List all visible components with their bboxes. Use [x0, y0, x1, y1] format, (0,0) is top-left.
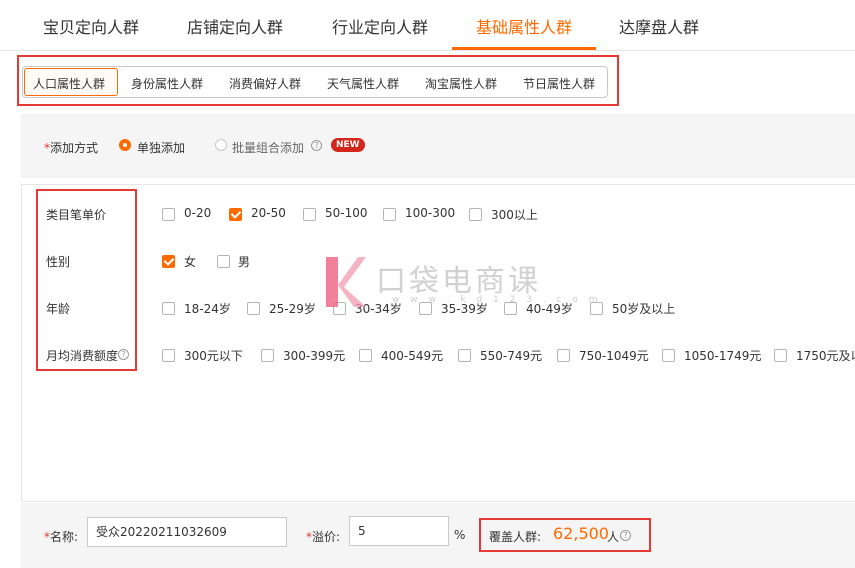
attr-label-age: 年龄	[46, 302, 71, 316]
watermark-brand: 口袋电商课	[376, 264, 541, 299]
help-icon[interactable]: ?	[311, 140, 322, 151]
option-label: 100-300	[405, 206, 456, 220]
option-label: 300以上	[491, 208, 538, 222]
radio-single-add[interactable]	[119, 139, 131, 151]
option-label: 50-100	[325, 206, 368, 220]
premium-input[interactable]: 5	[349, 516, 449, 546]
attr-label-price: 类目笔单价	[46, 208, 107, 222]
percent-sign: %	[454, 528, 466, 542]
attribute-panel	[21, 184, 855, 502]
option-label: 400-549元	[381, 349, 444, 363]
coverage-value: 62,500	[553, 524, 609, 543]
watermark-url: w w w . k d 1 2 3 . c o m	[392, 295, 602, 305]
checkbox-gender-male[interactable]	[217, 255, 230, 268]
single-add-label: 单独添加	[137, 141, 186, 155]
checkbox-price-20-50[interactable]	[229, 208, 242, 221]
coverage-help-icon[interactable]: ?	[620, 530, 631, 541]
option-label: 300元以下	[184, 349, 243, 363]
tab-basic-attributes[interactable]: 基础属性人群	[476, 14, 572, 38]
checkbox-spend-300-399[interactable]	[261, 349, 274, 362]
tab-item-targeting[interactable]: 宝贝定向人群	[43, 14, 139, 38]
checkbox-gender-female[interactable]	[162, 255, 175, 268]
option-label: 1050-1749元	[684, 349, 762, 363]
checkbox-spend-under-300[interactable]	[162, 349, 175, 362]
checkbox-age-25-29[interactable]	[247, 302, 260, 315]
spend-help-icon[interactable]: ?	[118, 349, 129, 360]
sub-tab-demographic[interactable]: 人口属性人群	[33, 75, 105, 92]
name-label: *名称:	[44, 530, 79, 544]
radio-batch-add[interactable]	[215, 139, 227, 151]
option-label: 25-29岁	[269, 302, 316, 316]
checkbox-price-0-20[interactable]	[162, 208, 175, 221]
sub-tab-holiday[interactable]: 节日属性人群	[523, 75, 595, 92]
tab-industry-targeting[interactable]: 行业定向人群	[332, 14, 428, 38]
checkbox-spend-550-749[interactable]	[458, 349, 471, 362]
option-label: 50岁及以上	[612, 302, 676, 316]
coverage-label: 覆盖人群:	[489, 530, 542, 544]
option-label: 18-24岁	[184, 302, 231, 316]
checkbox-spend-1750-plus[interactable]	[774, 349, 787, 362]
checkbox-spend-1050-1749[interactable]	[662, 349, 675, 362]
option-label: 男	[238, 255, 251, 269]
option-label: 1750元及以	[796, 349, 855, 363]
coverage-unit: 人	[607, 530, 620, 544]
watermark-logo-icon	[326, 257, 366, 307]
checkbox-price-50-100[interactable]	[303, 208, 316, 221]
sub-tab-consumption[interactable]: 消费偏好人群	[229, 75, 301, 92]
option-label: 女	[184, 255, 197, 269]
checkbox-price-100-300[interactable]	[383, 208, 396, 221]
option-label: 300-399元	[283, 349, 346, 363]
option-label: 750-1049元	[579, 349, 649, 363]
tab-shop-targeting[interactable]: 店铺定向人群	[187, 14, 283, 38]
new-badge: NEW	[331, 138, 365, 152]
option-label: 20-50	[251, 206, 286, 220]
attr-label-gender: 性别	[46, 255, 71, 269]
sub-tab-weather[interactable]: 天气属性人群	[327, 75, 399, 92]
checkbox-spend-400-549[interactable]	[359, 349, 372, 362]
option-label: 0-20	[184, 206, 212, 220]
name-input[interactable]: 受众20220211032609	[87, 517, 287, 547]
checkbox-price-300-plus[interactable]	[469, 208, 482, 221]
batch-add-label: 批量组合添加	[232, 141, 305, 155]
checkbox-spend-750-1049[interactable]	[557, 349, 570, 362]
checkbox-age-18-24[interactable]	[162, 302, 175, 315]
premium-label: *溢价:	[306, 530, 341, 544]
option-label: 550-749元	[480, 349, 543, 363]
attr-label-spend: 月均消费额度	[46, 349, 119, 363]
sub-tab-identity[interactable]: 身份属性人群	[131, 75, 203, 92]
sub-tab-taobao[interactable]: 淘宝属性人群	[425, 75, 497, 92]
tab-damopan[interactable]: 达摩盘人群	[619, 14, 699, 38]
active-tab-indicator	[452, 47, 596, 50]
sub-tab-bar	[22, 66, 608, 98]
add-method-label: *添加方式	[44, 141, 99, 155]
